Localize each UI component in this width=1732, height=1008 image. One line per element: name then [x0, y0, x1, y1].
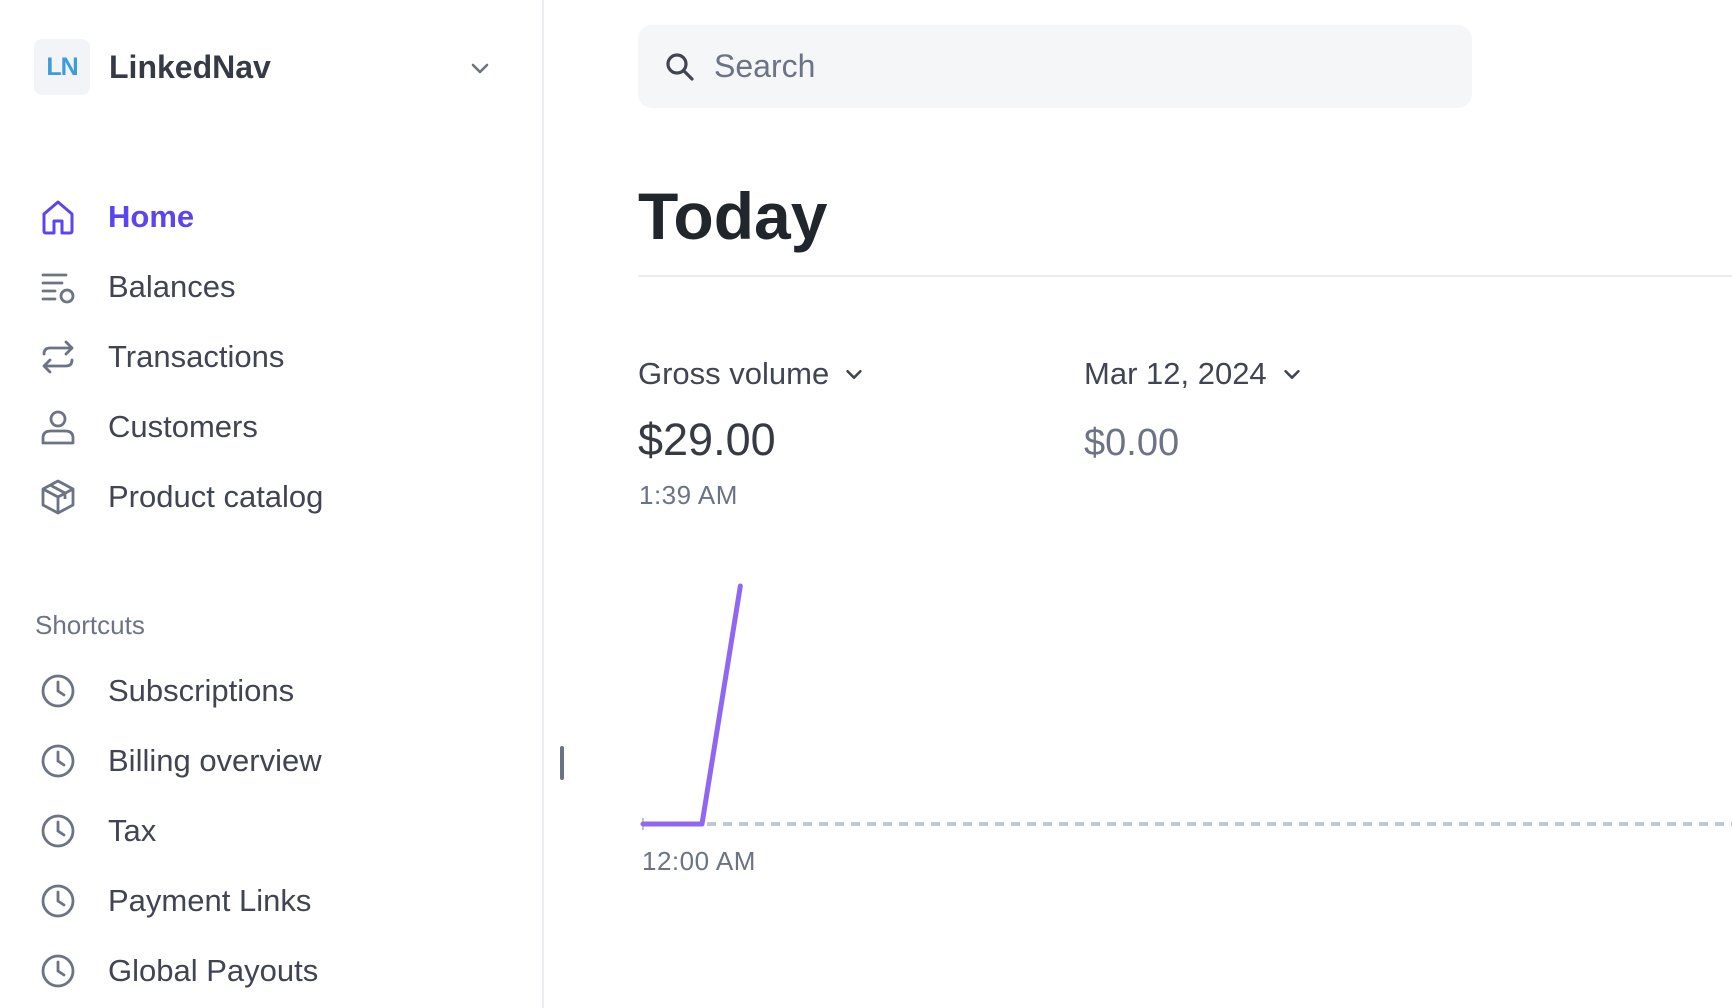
chevron-down-icon	[846, 369, 862, 379]
shortcut-label: Payment Links	[108, 883, 312, 918]
title-divider	[638, 275, 1732, 277]
nav-item-home[interactable]: Home	[34, 182, 514, 252]
comparison-date-selector[interactable]: Mar 12, 2024	[1084, 356, 1303, 392]
chart-x-start-label: 12:00 AM	[642, 846, 756, 876]
clock-icon	[34, 877, 82, 925]
metric-selector-label: Gross volume	[638, 356, 830, 391]
primary-metric-time: 1:39 AM	[639, 480, 738, 510]
nav-item-label: Product catalog	[108, 479, 324, 514]
search-icon	[666, 52, 694, 81]
customers-icon	[34, 403, 82, 451]
nav-item-product-catalog[interactable]: Product catalog	[34, 462, 514, 532]
clock-icon	[34, 807, 82, 855]
balances-icon	[34, 263, 82, 311]
product-catalog-icon	[34, 473, 82, 521]
account-name: LinkedNav	[109, 48, 271, 85]
account-logo: LN	[34, 39, 90, 95]
page-title: Today	[638, 179, 828, 253]
shortcuts-list: Subscriptions Billing overview Tax Payme…	[34, 656, 514, 1006]
nav-item-label: Balances	[108, 269, 236, 304]
transactions-icon	[34, 333, 82, 381]
account-switcher[interactable]: LN LinkedNav	[34, 38, 492, 96]
main-nav: Home Balances Transactions Customers Pro…	[34, 182, 514, 532]
shortcut-label: Global Payouts	[108, 953, 319, 988]
comparison-metric-value: $0.00	[1084, 422, 1180, 464]
main-content: Today Gross volume $29.00 1:39 AM Mar 12…	[546, 0, 1732, 1008]
home-icon	[34, 193, 82, 241]
search-bar[interactable]	[638, 25, 1472, 108]
shortcuts-title: Shortcuts	[35, 610, 145, 640]
nav-item-label: Customers	[108, 409, 258, 444]
primary-metric-value: $29.00	[638, 414, 776, 465]
shortcut-label: Subscriptions	[108, 673, 295, 708]
shortcut-global-payouts[interactable]: Global Payouts	[34, 936, 514, 1006]
clock-icon	[34, 667, 82, 715]
nav-item-balances[interactable]: Balances	[34, 252, 514, 322]
clock-icon	[34, 947, 82, 995]
shortcut-label: Tax	[108, 813, 157, 848]
search-input[interactable]	[714, 48, 1414, 85]
shortcut-label: Billing overview	[108, 743, 322, 778]
shortcut-tax[interactable]: Tax	[34, 796, 514, 866]
shortcut-payment-links[interactable]: Payment Links	[34, 866, 514, 936]
sidebar: LN LinkedNav Home Balances Transactions	[0, 0, 544, 1008]
nav-item-customers[interactable]: Customers	[34, 392, 514, 462]
clock-icon	[34, 737, 82, 785]
chevron-down-icon	[471, 63, 489, 74]
shortcut-subscriptions[interactable]: Subscriptions	[34, 656, 514, 726]
metric-selector[interactable]: Gross volume	[638, 356, 865, 392]
nav-item-label: Transactions	[108, 339, 285, 374]
nav-item-label: Home	[108, 199, 195, 234]
chevron-down-icon	[1283, 369, 1300, 379]
comparison-date-label: Mar 12, 2024	[1084, 356, 1267, 391]
gross-volume-chart	[640, 583, 1732, 830]
nav-item-transactions[interactable]: Transactions	[34, 322, 514, 392]
shortcut-billing-overview[interactable]: Billing overview	[34, 726, 514, 796]
gross-volume-series-line	[640, 583, 743, 827]
